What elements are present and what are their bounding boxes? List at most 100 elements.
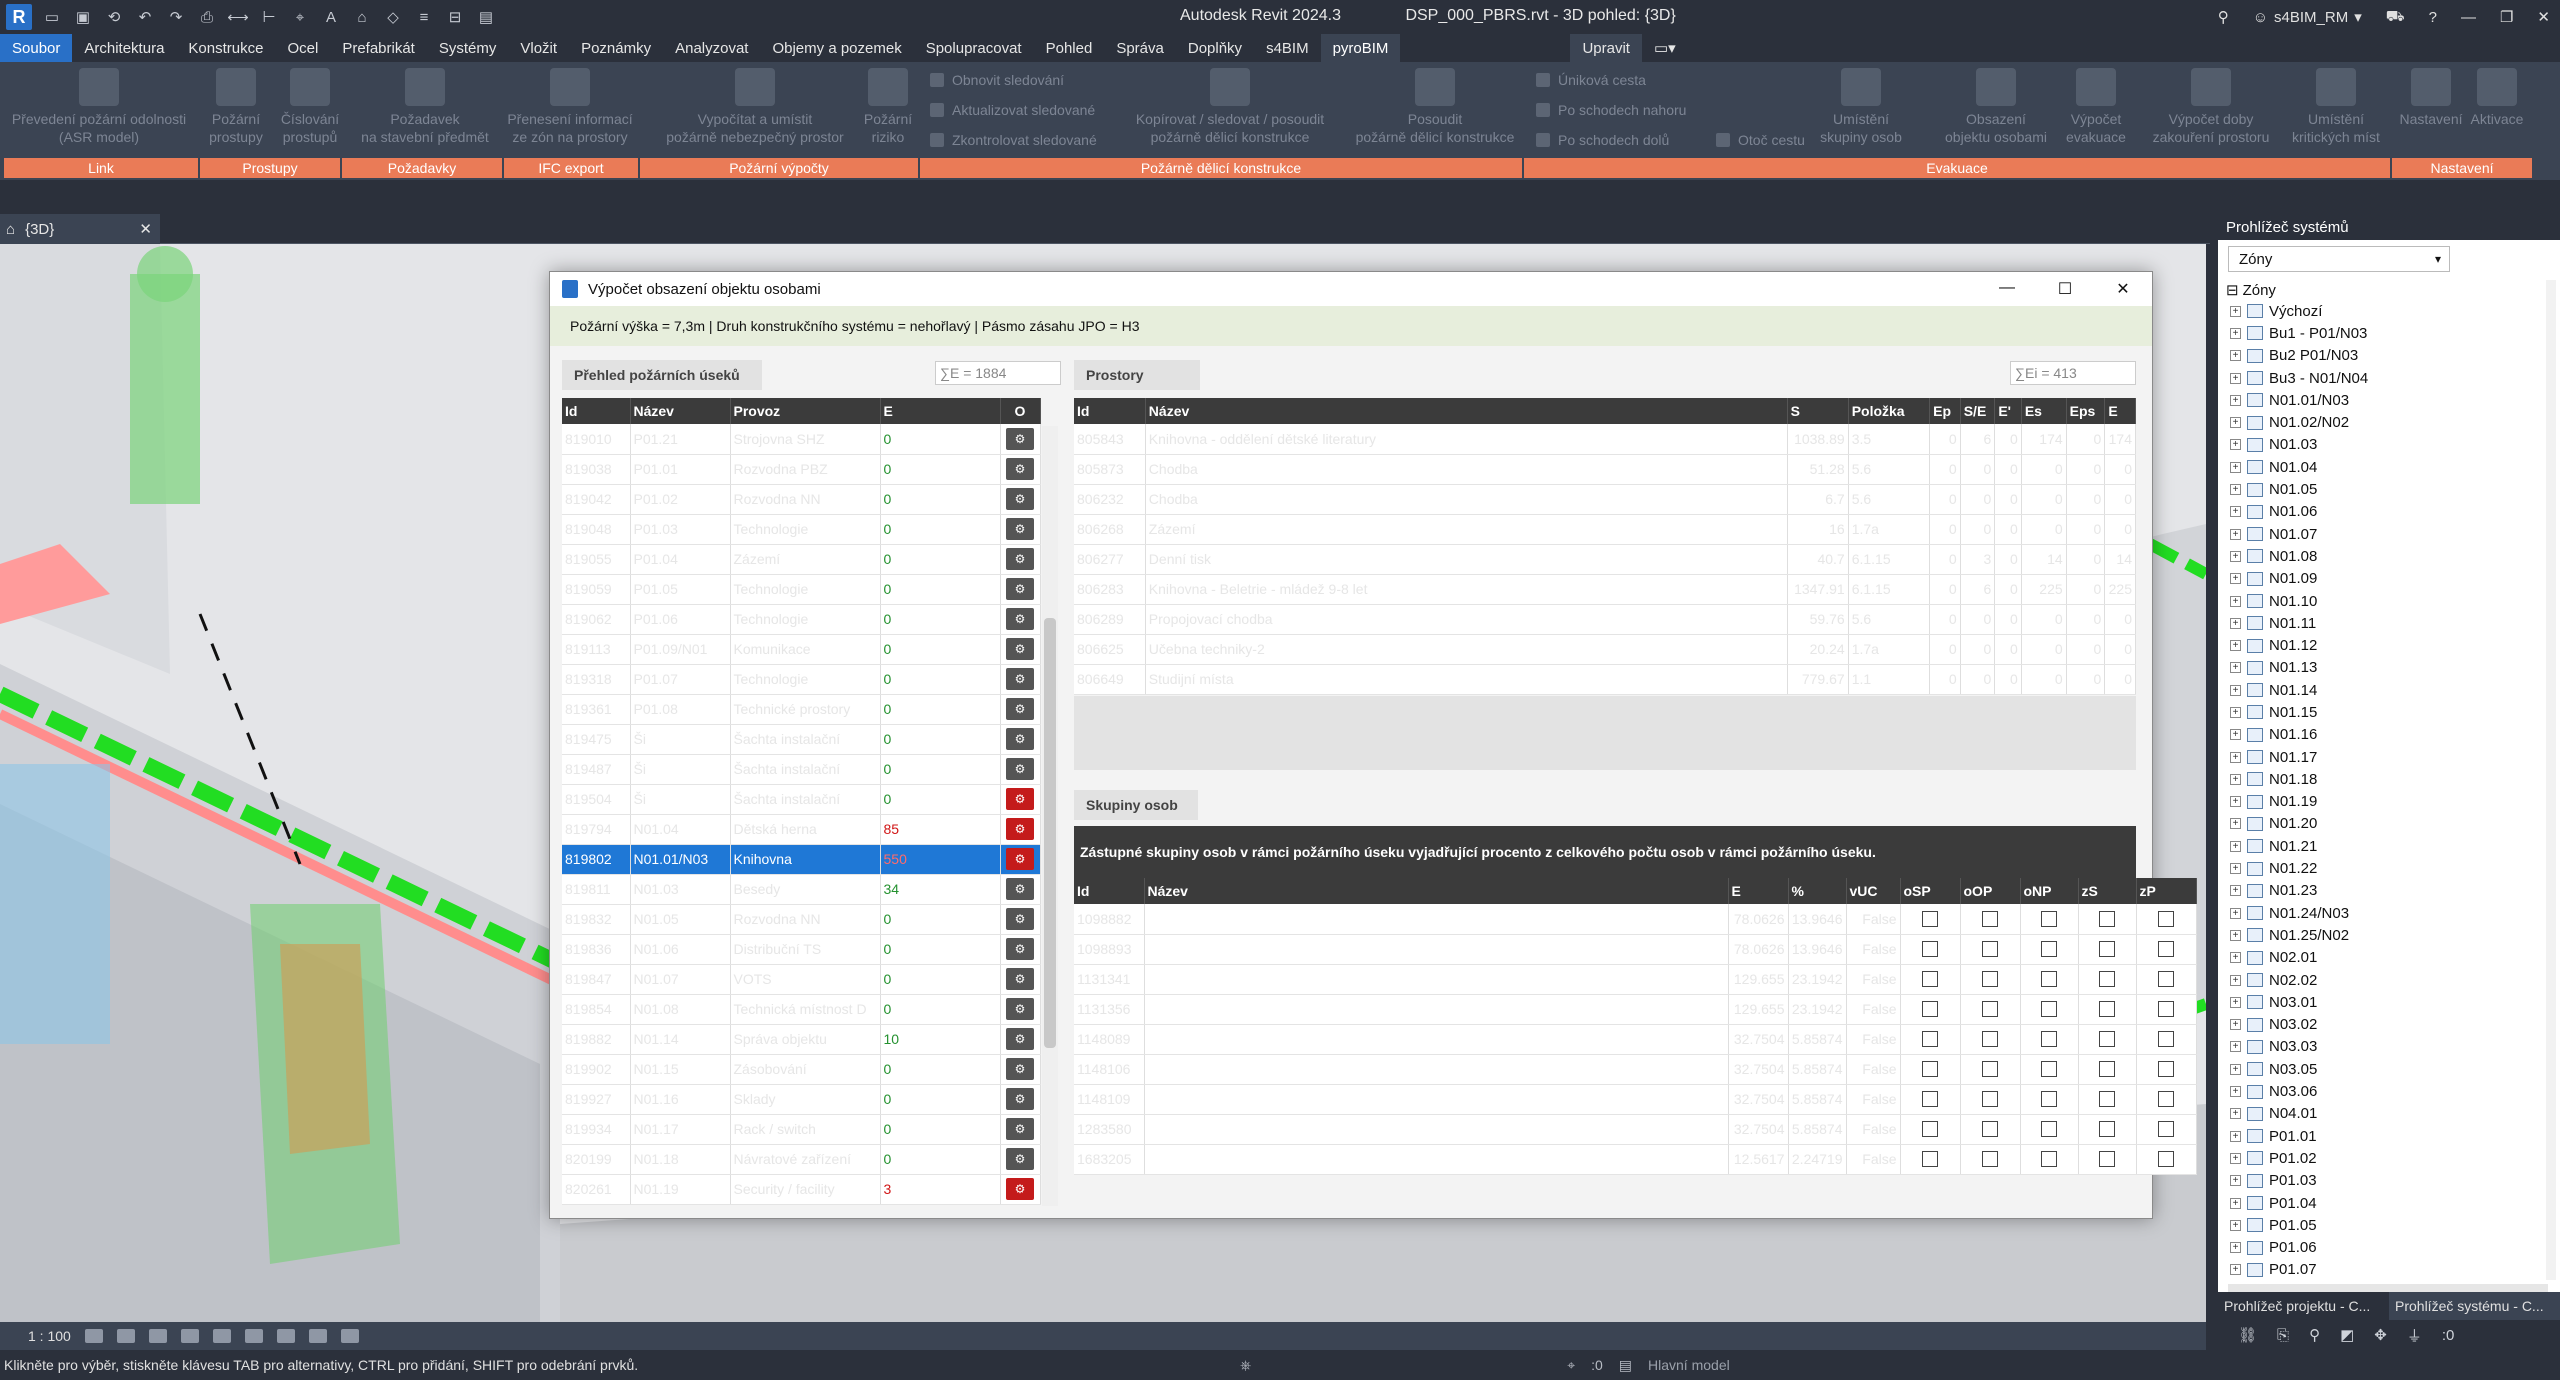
tree-item[interactable]: + N01.23 xyxy=(2226,880,2546,902)
tree-item[interactable]: + N03.06 xyxy=(2226,1080,2546,1102)
system-browser-dropdown[interactable]: Zóny ▾ xyxy=(2228,246,2450,272)
tree-root[interactable]: ⊟ Zóny xyxy=(2226,280,2546,300)
expand-icon[interactable]: + xyxy=(2230,439,2241,451)
transfer-info-button[interactable]: Přenesení informací ze zón na prostory xyxy=(500,68,640,146)
osp-checkbox[interactable] xyxy=(1922,941,1938,957)
tree-item[interactable]: + N01.06 xyxy=(2226,501,2546,523)
fire-section-row[interactable]: 819934 N01.17 Rack / switch 0 ⚙ xyxy=(562,1114,1041,1145)
col-ep[interactable]: Ep xyxy=(1929,398,1961,424)
onp-checkbox[interactable] xyxy=(2041,1121,2057,1137)
tree-item[interactable]: + N01.15 xyxy=(2226,701,2546,723)
osp-checkbox[interactable] xyxy=(1922,1151,1938,1167)
reverse-route-button[interactable]: Otoč cestu xyxy=(1716,132,1805,148)
fire-section-row[interactable]: 819055 P01.04 Zázemí 0 ⚙ xyxy=(562,544,1041,575)
open-section-button[interactable]: ⚙ xyxy=(1006,848,1034,870)
crop-icon[interactable] xyxy=(244,1329,263,1343)
expand-icon[interactable]: + xyxy=(2230,796,2241,808)
open-section-button[interactable]: ⚙ xyxy=(1006,1028,1034,1050)
expand-icon[interactable]: + xyxy=(2230,863,2241,875)
undo-icon[interactable]: ↶ xyxy=(134,6,156,28)
space-row[interactable]: 806625 Učebna techniky-2 20.24 1.7a 0 0 0 0 0 0 xyxy=(1074,634,2136,665)
tab-sprava[interactable]: Správa xyxy=(1104,34,1176,62)
expand-icon[interactable]: + xyxy=(2230,595,2241,607)
tree-item[interactable]: + P01.06 xyxy=(2226,1236,2546,1258)
col-osp[interactable]: oSP xyxy=(1900,878,1961,904)
tree-item[interactable]: + N01.19 xyxy=(2226,791,2546,813)
selection-icon[interactable]: ⌖ xyxy=(1567,1357,1575,1374)
group-row[interactable]: 1148106 32.7504 5.85874 False xyxy=(1074,1054,2197,1085)
space-row[interactable]: 806277 Denní tisk 40.7 6.1.15 0 3 0 14 0 14 xyxy=(1074,544,2136,575)
tree-item[interactable]: + N01.22 xyxy=(2226,857,2546,879)
open-section-button[interactable]: ⚙ xyxy=(1006,818,1034,840)
tree-item[interactable]: + N01.24/N03 xyxy=(2226,902,2546,924)
panel-pozarne-delici[interactable]: Požárně dělicí konstrukce xyxy=(920,158,1522,178)
onp-checkbox[interactable] xyxy=(2041,1091,2057,1107)
group-row[interactable]: 1131356 129.655 23.1942 False xyxy=(1074,994,2197,1025)
onp-checkbox[interactable] xyxy=(2041,1001,2057,1017)
dialog-close-button[interactable]: ✕ xyxy=(2094,279,2152,299)
osp-checkbox[interactable] xyxy=(1922,1061,1938,1077)
tab-ocel[interactable]: Ocel xyxy=(275,34,330,62)
tree-item[interactable]: + N01.08 xyxy=(2226,545,2546,567)
tree-item[interactable]: + N01.07 xyxy=(2226,523,2546,545)
tree-item[interactable]: + N01.05 xyxy=(2226,478,2546,500)
expand-icon[interactable]: + xyxy=(2230,840,2241,852)
space-row[interactable]: 805873 Chodba 51.28 5.6 0 0 0 0 0 0 xyxy=(1074,454,2136,485)
fire-risk-button[interactable]: Požární riziko xyxy=(858,68,918,146)
fire-section-row[interactable]: 819902 N01.15 Zásobování 0 ⚙ xyxy=(562,1054,1041,1085)
expand-icon[interactable]: + xyxy=(2230,1041,2241,1053)
tree-item[interactable]: + N01.10 xyxy=(2226,590,2546,612)
tab-poznamky[interactable]: Poznámky xyxy=(569,34,663,62)
home-3d-icon[interactable]: ⌂ xyxy=(351,6,373,28)
group-row[interactable]: 1098893 78.0626 13.9646 False xyxy=(1074,934,2197,965)
open-section-button[interactable]: ⚙ xyxy=(1006,1058,1034,1080)
oop-checkbox[interactable] xyxy=(1982,1031,1998,1047)
tab-project-browser[interactable]: Prohlížeč projektu - C... xyxy=(2218,1292,2389,1320)
col-es[interactable]: Es xyxy=(2021,398,2067,424)
group-row[interactable]: 1148109 32.7504 5.85874 False xyxy=(1074,1084,2197,1115)
dimension-icon[interactable]: ⊢ xyxy=(258,6,280,28)
osp-checkbox[interactable] xyxy=(1922,910,1938,927)
dialog-maximize-button[interactable]: ☐ xyxy=(2036,279,2094,299)
open-section-button[interactable]: ⚙ xyxy=(1006,488,1034,510)
render-icon[interactable] xyxy=(212,1329,231,1343)
open-icon[interactable]: ▭ xyxy=(41,6,63,28)
tree-item[interactable]: + N01.21 xyxy=(2226,835,2546,857)
expand-icon[interactable]: + xyxy=(2230,327,2241,339)
expand-icon[interactable]: + xyxy=(2230,818,2241,830)
expand-icon[interactable]: + xyxy=(2230,417,2241,429)
visual-style-icon[interactable] xyxy=(116,1329,135,1343)
zp-checkbox[interactable] xyxy=(2158,971,2174,987)
tree-item[interactable]: + P01.07 xyxy=(2226,1259,2546,1281)
refresh-tracking-button[interactable]: Obnovit sledování xyxy=(930,72,1064,88)
update-tracked-button[interactable]: Aktualizovat sledované xyxy=(930,102,1095,118)
open-section-button[interactable]: ⚙ xyxy=(1006,458,1034,480)
expand-icon[interactable]: + xyxy=(2230,996,2241,1008)
expand-icon[interactable]: + xyxy=(2230,885,2241,897)
space-row[interactable]: 806268 Zázemí 16 1.7a 0 0 0 0 0 0 xyxy=(1074,514,2136,545)
panel-pozarni-vypocty[interactable]: Požární výpočty xyxy=(640,158,918,178)
expand-icon[interactable]: + xyxy=(2230,506,2241,518)
oop-checkbox[interactable] xyxy=(1982,1001,1998,1017)
tab-upravit[interactable]: Upravit xyxy=(1570,34,1642,62)
tree-item[interactable]: + P01.01 xyxy=(2226,1125,2546,1147)
open-section-button[interactable]: ⚙ xyxy=(1006,968,1034,990)
col-name[interactable]: Název xyxy=(1144,878,1729,904)
zp-checkbox[interactable] xyxy=(2158,910,2174,927)
smoke-time-button[interactable]: Výpočet doby zakouření prostoru xyxy=(2136,68,2286,146)
redo-icon[interactable]: ↷ xyxy=(165,6,187,28)
oop-checkbox[interactable] xyxy=(1982,1091,1998,1107)
numbering-button[interactable]: Číslování prostupů xyxy=(270,68,350,146)
zs-checkbox[interactable] xyxy=(2099,1091,2115,1107)
expand-icon[interactable]: + xyxy=(2230,974,2241,986)
fire-section-row[interactable]: 819038 P01.01 Rozvodna PBZ 0 ⚙ xyxy=(562,454,1041,485)
oop-checkbox[interactable] xyxy=(1982,1121,1998,1137)
fire-section-row[interactable]: 820261 N01.19 Security / facility 3 ⚙ xyxy=(562,1174,1041,1205)
select-pinned-icon[interactable]: ⚲ xyxy=(2309,1326,2320,1344)
col-oop[interactable]: oOP xyxy=(1960,878,2021,904)
tree-item[interactable]: + Výchozí xyxy=(2226,300,2546,322)
tab-analyzovat[interactable]: Analyzovat xyxy=(663,34,760,62)
expand-icon[interactable]: + xyxy=(2230,305,2241,317)
group-row[interactable]: 1148089 32.7504 5.85874 False xyxy=(1074,1024,2197,1055)
expand-icon[interactable]: + xyxy=(2230,528,2241,540)
